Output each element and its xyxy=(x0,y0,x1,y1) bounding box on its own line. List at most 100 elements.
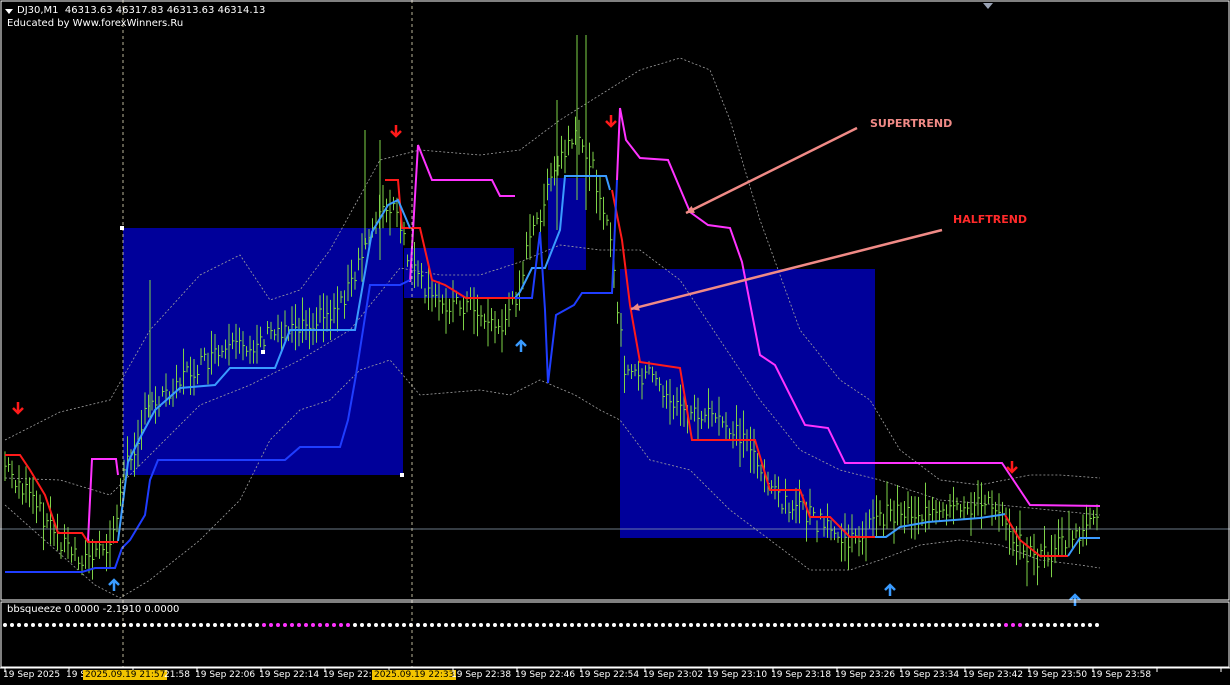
squeeze-dot xyxy=(437,623,441,627)
squeeze-dot xyxy=(892,623,896,627)
squeeze-dot xyxy=(885,623,889,627)
squeeze-dot xyxy=(724,623,728,627)
squeeze-dot xyxy=(661,623,665,627)
squeeze-dot xyxy=(115,623,119,627)
squeeze-dot xyxy=(66,623,70,627)
squeeze-dot xyxy=(45,623,49,627)
sell-arrow-icon xyxy=(390,125,402,138)
squeeze-dot xyxy=(234,623,238,627)
squeeze-dot xyxy=(948,623,952,627)
squeeze-dot xyxy=(241,623,245,627)
price-chart[interactable] xyxy=(0,0,1230,685)
time-tick: 19 Sep 22:38 xyxy=(451,670,512,680)
squeeze-dot xyxy=(3,623,7,627)
squeeze-dot xyxy=(1046,623,1050,627)
squeeze-dot xyxy=(479,623,483,627)
squeeze-dot xyxy=(213,623,217,627)
squeeze-dot xyxy=(752,623,756,627)
squeeze-box xyxy=(548,178,586,270)
squeeze-dot xyxy=(577,623,581,627)
squeeze-dot xyxy=(171,623,175,627)
squeeze-dot xyxy=(598,623,602,627)
time-tick: 19 Sep 23:26 xyxy=(835,670,896,680)
squeeze-dot xyxy=(227,623,231,627)
squeeze-dot xyxy=(10,623,14,627)
squeeze-dot xyxy=(388,623,392,627)
squeeze-dot xyxy=(178,623,182,627)
squeeze-dot xyxy=(969,623,973,627)
squeeze-dot xyxy=(857,623,861,627)
squeeze-dot xyxy=(850,623,854,627)
credit-text: Educated by Www.forexWinners.Ru xyxy=(7,18,184,29)
scroll-marker-icon[interactable] xyxy=(983,3,993,9)
squeeze-dot xyxy=(164,623,168,627)
squeeze-dot xyxy=(52,623,56,627)
squeeze-dot xyxy=(997,623,1001,627)
squeeze-dot xyxy=(465,623,469,627)
squeeze-dot xyxy=(1011,623,1015,627)
squeeze-dot xyxy=(290,623,294,627)
squeeze-dot xyxy=(871,623,875,627)
squeeze-dot xyxy=(668,623,672,627)
time-tick: 19 Sep 23:18 xyxy=(771,670,832,680)
squeeze-dot xyxy=(353,623,357,627)
squeeze-dot xyxy=(759,623,763,627)
squeeze-dot xyxy=(276,623,280,627)
box-handle xyxy=(400,473,404,477)
squeeze-dot xyxy=(815,623,819,627)
squeeze-dot xyxy=(346,623,350,627)
squeeze-dot xyxy=(983,623,987,627)
supertrend-annotation-arrow xyxy=(685,126,858,215)
squeeze-dot xyxy=(402,623,406,627)
squeeze-dot xyxy=(150,623,154,627)
ohlc-values: 46313.63 46317.83 46313.63 46314.13 xyxy=(64,5,266,16)
squeeze-dot xyxy=(31,623,35,627)
squeeze-dot xyxy=(500,623,504,627)
squeeze-dot xyxy=(626,623,630,627)
squeeze-dot xyxy=(17,623,21,627)
squeeze-dot xyxy=(507,623,511,627)
squeeze-dot xyxy=(101,623,105,627)
supertrend-annotation: SUPERTREND xyxy=(870,117,953,130)
squeeze-dot xyxy=(304,623,308,627)
squeeze-dot xyxy=(675,623,679,627)
squeeze-dot xyxy=(269,623,273,627)
squeeze-dot xyxy=(633,623,637,627)
box-handle xyxy=(120,226,124,230)
squeeze-dot xyxy=(822,623,826,627)
squeeze-dot xyxy=(584,623,588,627)
squeeze-dot xyxy=(640,623,644,627)
squeeze-dot xyxy=(717,623,721,627)
squeeze-dot xyxy=(143,623,147,627)
squeeze-dot xyxy=(80,623,84,627)
squeeze-dot xyxy=(801,623,805,627)
squeeze-dot xyxy=(472,623,476,627)
squeeze-dot xyxy=(542,623,546,627)
squeeze-dot xyxy=(381,623,385,627)
squeeze-dot xyxy=(843,623,847,627)
squeeze-dot xyxy=(836,623,840,627)
squeeze-dot xyxy=(654,623,658,627)
squeeze-dot xyxy=(738,623,742,627)
sell-arrow-icon xyxy=(1006,461,1018,474)
squeeze-dot xyxy=(591,623,595,627)
squeeze-dot xyxy=(374,623,378,627)
halftrend-annotation: HALFTREND xyxy=(953,213,1028,226)
squeeze-dot xyxy=(934,623,938,627)
buy-arrow-icon xyxy=(884,583,896,596)
squeeze-dot xyxy=(108,623,112,627)
squeeze-dot xyxy=(416,623,420,627)
squeeze-dot xyxy=(521,623,525,627)
squeeze-dot xyxy=(794,623,798,627)
squeeze-dot xyxy=(920,623,924,627)
squeeze-dot xyxy=(682,623,686,627)
time-tick: 19 Sep 22:2 xyxy=(323,670,378,680)
squeeze-dot xyxy=(556,623,560,627)
squeeze-dot xyxy=(647,623,651,627)
squeeze-dot xyxy=(451,623,455,627)
chart-menu-triangle-icon[interactable] xyxy=(5,9,13,14)
squeeze-dot xyxy=(906,623,910,627)
squeeze-dot xyxy=(423,623,427,627)
indicator-pane-border xyxy=(0,601,1230,668)
squeeze-dot xyxy=(528,623,532,627)
